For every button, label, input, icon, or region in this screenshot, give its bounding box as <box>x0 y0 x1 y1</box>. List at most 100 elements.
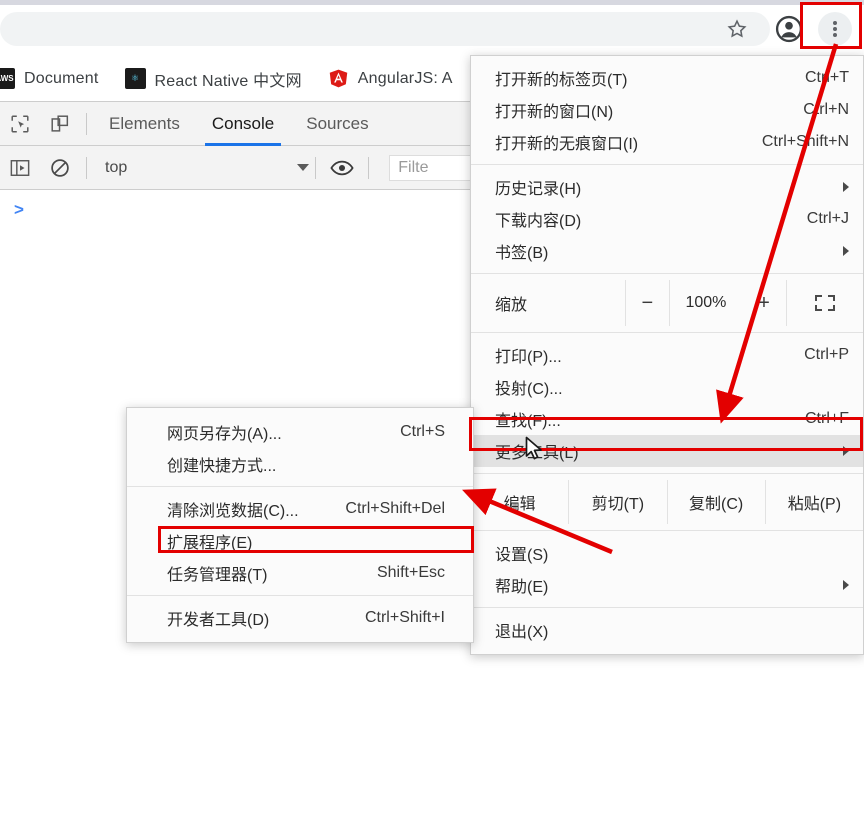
submenu-item-save-page-as[interactable]: 网页另存为(A)... Ctrl+S <box>127 416 473 448</box>
menu-item-cast[interactable]: 投射(C)... <box>471 371 863 403</box>
toggle-device-toolbar-icon[interactable] <box>40 102 80 146</box>
browser-toolbar <box>0 0 864 56</box>
edit-label: 编辑 <box>503 496 536 513</box>
menu-separator <box>127 595 473 596</box>
menu-item-label: 帮助(E) <box>495 579 549 596</box>
submenu-item-task-manager[interactable]: 任务管理器(T) Shift+Esc <box>127 557 473 589</box>
menu-item-label: 历史记录(H) <box>495 181 582 198</box>
menu-separator <box>471 164 863 165</box>
divider <box>315 156 317 179</box>
menu-item-accelerator: Ctrl+Shift+I <box>364 609 445 626</box>
bookmark-star-icon[interactable] <box>720 12 754 46</box>
chrome-main-menu: 打开新的标签页(T) Ctrl+T 打开新的窗口(N) Ctrl+N 打开新的无… <box>470 55 864 655</box>
tab-console[interactable]: Console <box>196 102 290 146</box>
console-prompt-icon: > <box>14 200 24 219</box>
menu-item-print[interactable]: 打印(P)... Ctrl+P <box>471 339 863 371</box>
omnibox[interactable] <box>0 12 770 46</box>
menu-item-accelerator: Ctrl+J <box>806 210 849 227</box>
divider <box>368 156 370 179</box>
zoom-in-button[interactable]: + <box>742 280 785 326</box>
menu-separator <box>471 473 863 474</box>
menu-item-new-window[interactable]: 打开新的窗口(N) Ctrl+N <box>471 94 863 126</box>
menu-item-label: 退出(X) <box>495 624 549 641</box>
menu-item-accelerator: Ctrl+P <box>804 346 849 363</box>
paste-button[interactable]: 粘贴(P) <box>764 480 863 524</box>
menu-separator <box>471 607 863 608</box>
cut-button[interactable]: 剪切(T) <box>568 480 666 524</box>
menu-item-label: 下载内容(D) <box>495 213 582 230</box>
chevron-right-icon <box>843 580 849 590</box>
zoom-out-button[interactable]: − <box>625 280 668 326</box>
bookmark-item[interactable]: ⚛ React Native 中文网 <box>124 56 302 101</box>
menu-item-accelerator: Ctrl+S <box>400 423 445 440</box>
submenu-item-create-shortcut[interactable]: 创建快捷方式... <box>127 448 473 480</box>
three-dot-menu-icon[interactable] <box>818 12 852 46</box>
menu-item-label: 设置(S) <box>495 547 549 564</box>
bookmark-item[interactable]: AWS Document <box>0 56 99 101</box>
submenu-item-developer-tools[interactable]: 开发者工具(D) Ctrl+Shift+I <box>127 602 473 634</box>
screenshot-root: AWS Document ⚛ React Native 中文网 AngularJ… <box>0 0 864 835</box>
menu-separator <box>471 530 863 531</box>
bookmark-label: Document <box>24 69 99 87</box>
menu-item-label: 打开新的窗口(N) <box>495 104 614 121</box>
menu-item-new-incognito-window[interactable]: 打开新的无痕窗口(I) Ctrl+Shift+N <box>471 126 863 158</box>
clear-console-icon[interactable] <box>40 146 80 190</box>
console-context-select[interactable]: top <box>93 159 127 177</box>
toggle-console-sidebar-icon[interactable] <box>0 146 40 190</box>
bookmark-item[interactable]: AngularJS: A <box>328 56 453 101</box>
menu-item-label: 打印(P)... <box>495 349 562 366</box>
zoom-level-value: 100% <box>668 280 743 326</box>
menu-item-accelerator: Shift+Esc <box>376 564 445 581</box>
menu-item-downloads[interactable]: 下载内容(D) Ctrl+J <box>471 203 863 235</box>
live-expression-eye-icon[interactable] <box>322 146 362 190</box>
copy-button[interactable]: 复制(C) <box>666 480 765 524</box>
menu-item-label: 打开新的无痕窗口(I) <box>495 136 639 153</box>
menu-separator <box>471 273 863 274</box>
menu-item-label: 书签(B) <box>495 245 549 262</box>
menu-item-label: 查找(F)... <box>495 413 561 430</box>
bookmark-label: React Native 中文网 <box>154 72 302 90</box>
menu-item-find[interactable]: 查找(F)... Ctrl+F <box>471 403 863 435</box>
divider <box>86 112 87 135</box>
dot <box>833 21 837 26</box>
menu-item-accelerator: Ctrl+Shift+N <box>761 133 849 150</box>
menu-item-exit[interactable]: 退出(X) <box>471 614 863 646</box>
bookmark-label: AngularJS: A <box>357 69 453 87</box>
menu-item-accelerator: Ctrl+F <box>805 410 849 427</box>
menu-item-label: 开发者工具(D) <box>167 612 270 629</box>
chevron-down-icon[interactable] <box>297 164 310 171</box>
tab-sources[interactable]: Sources <box>290 102 384 146</box>
menu-separator <box>127 486 473 487</box>
profile-avatar-icon[interactable] <box>772 12 806 46</box>
menu-item-label: 任务管理器(T) <box>167 567 268 584</box>
react-favicon: ⚛ <box>124 68 146 89</box>
window-titlebar-strip <box>0 0 864 5</box>
chevron-right-icon <box>843 182 849 192</box>
menu-item-history[interactable]: 历史记录(H) <box>471 171 863 203</box>
submenu-item-clear-browsing-data[interactable]: 清除浏览数据(C)... Ctrl+Shift+Del <box>127 493 473 525</box>
menu-item-accelerator: Ctrl+N <box>803 101 849 118</box>
chevron-right-icon <box>843 446 849 456</box>
menu-item-settings[interactable]: 设置(S) <box>471 537 863 569</box>
dot <box>833 27 837 31</box>
menu-item-label: 清除浏览数据(C)... <box>167 503 299 520</box>
fullscreen-icon[interactable] <box>785 280 863 326</box>
menu-item-help[interactable]: 帮助(E) <box>471 569 863 601</box>
aws-favicon: AWS <box>0 68 15 89</box>
menu-item-new-tab[interactable]: 打开新的标签页(T) Ctrl+T <box>471 62 863 94</box>
submenu-item-extensions[interactable]: 扩展程序(E) <box>127 525 473 557</box>
menu-item-label: 投射(C)... <box>495 381 563 398</box>
dot <box>833 32 837 37</box>
chevron-right-icon <box>843 246 849 256</box>
menu-item-label: 创建快捷方式... <box>167 458 277 475</box>
tab-elements[interactable]: Elements <box>93 102 196 146</box>
menu-item-label: 扩展程序(E) <box>167 535 253 552</box>
menu-item-bookmarks[interactable]: 书签(B) <box>471 235 863 267</box>
menu-item-accelerator: Ctrl+T <box>805 69 849 86</box>
more-tools-submenu: 网页另存为(A)... Ctrl+S 创建快捷方式... 清除浏览数据(C)..… <box>126 407 474 643</box>
edit-row: 编辑 剪切(T) 复制(C) 粘贴(P) <box>471 480 863 524</box>
zoom-label: 缩放 <box>495 297 528 314</box>
menu-item-accelerator: Ctrl+Shift+Del <box>345 500 445 517</box>
inspect-element-icon[interactable] <box>0 102 40 146</box>
mouse-pointer-cursor <box>525 436 542 460</box>
